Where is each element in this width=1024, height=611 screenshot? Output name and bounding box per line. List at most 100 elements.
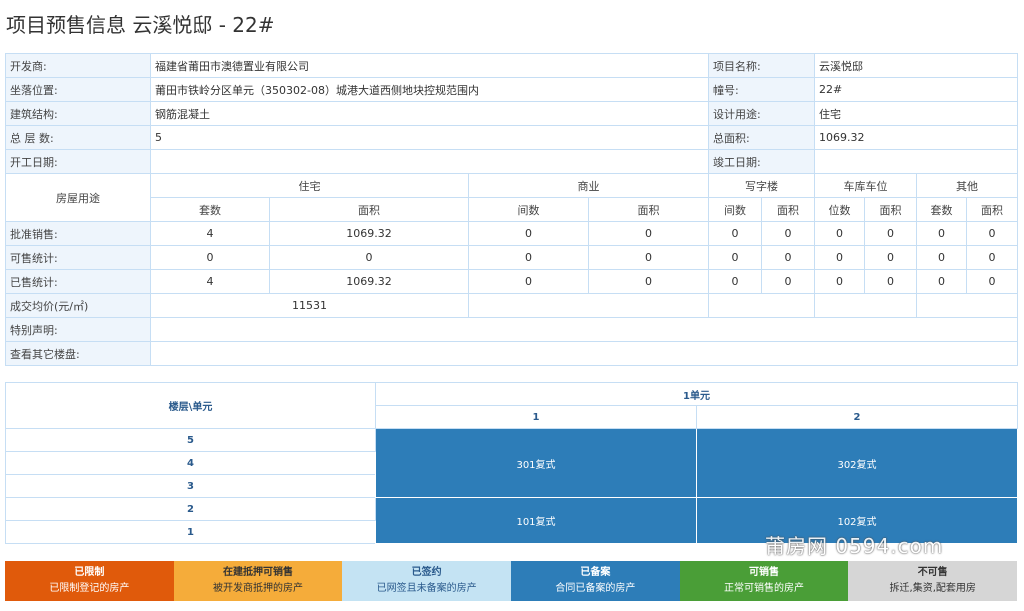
cell: 0	[966, 269, 1018, 294]
start-date-value	[150, 149, 709, 174]
floor-label: 2	[5, 497, 376, 521]
legend-desc: 被开发商抵押的房产	[213, 583, 303, 594]
cell: 0	[468, 245, 589, 270]
cell: 0	[468, 269, 589, 294]
finish-date-value	[814, 149, 1018, 174]
category-other: 其他	[916, 173, 1018, 198]
subheader: 面积	[966, 197, 1018, 222]
cell: 0	[150, 245, 270, 270]
cell: 0	[468, 221, 589, 246]
legend-desc: 拆迁,集资,配套用房	[889, 583, 976, 594]
cell: 0	[966, 221, 1018, 246]
room-101[interactable]: 101复式	[375, 497, 697, 544]
row-label: 已售统计:	[5, 269, 151, 294]
legend-restricted: 已限制 已限制登记的房产	[5, 561, 174, 601]
structure-value: 钢筋混凝土	[150, 101, 709, 126]
developer-label: 开发商:	[5, 53, 151, 78]
legend-desc: 合同已备案的房产	[555, 583, 636, 594]
cell: 0	[916, 221, 967, 246]
cell: 0	[588, 221, 709, 246]
legend-filed: 已备案 合同已备案的房产	[511, 561, 680, 601]
total-floors-label: 总 层 数:	[5, 125, 151, 150]
subheader: 位数	[814, 197, 865, 222]
cell: 0	[864, 245, 917, 270]
cell: 0	[708, 245, 762, 270]
total-floors-value: 5	[150, 125, 709, 150]
avg-price-value: 11531	[150, 293, 469, 318]
other-projects-value	[150, 341, 1018, 366]
sold-stats-row: 已售统计: 4 1069.32 0 0 0 0 0 0 0 0	[5, 269, 1018, 294]
legend-for-sale: 可销售 正常可销售的房产	[679, 561, 849, 601]
cell: 0	[966, 245, 1018, 270]
location-value: 莆田市铁岭分区单元（350302-08）城港大道西侧地块控规范围内	[150, 77, 709, 102]
legend-title: 已签约	[411, 567, 442, 578]
cell: 0	[708, 269, 762, 294]
legend-title: 已限制	[74, 567, 105, 578]
floor-label: 1	[5, 520, 376, 544]
floor-unit-header: 楼层\单元	[5, 382, 376, 429]
cell: 4	[150, 221, 270, 246]
page-title: 项目预售信息 云溪悦邸 - 22#	[6, 13, 275, 37]
room-302[interactable]: 302复式	[696, 428, 1018, 498]
special-statement-label: 特别声明:	[5, 317, 151, 342]
floor-label: 3	[5, 474, 376, 498]
other-projects-label: 查看其它楼盘:	[5, 341, 151, 366]
cell: 0	[916, 269, 967, 294]
subheader: 间数	[468, 197, 589, 222]
total-area-value: 1069.32	[814, 125, 1018, 150]
subheader: 间数	[708, 197, 762, 222]
legend-title: 已备案	[580, 567, 611, 578]
legend-title: 可销售	[749, 567, 780, 578]
cell: 1069.32	[269, 269, 469, 294]
category-parking: 车库车位	[814, 173, 917, 198]
cell: 0	[864, 221, 917, 246]
legend-signed: 已签约 已网签且未备案的房产	[342, 561, 512, 601]
total-area-label: 总面积:	[708, 125, 815, 150]
building-number-value: 22#	[814, 77, 1018, 102]
legend-not-for-sale: 不可售 拆迁,集资,配套用房	[848, 561, 1018, 601]
location-label: 坐落位置:	[5, 77, 151, 102]
project-info-table: 开发商: 福建省莆田市澳德置业有限公司 项目名称: 云溪悦邸 坐落位置: 莆田市…	[5, 53, 1018, 366]
cell: 0	[864, 269, 917, 294]
cell: 4	[150, 269, 270, 294]
structure-label: 建筑结构:	[5, 101, 151, 126]
cell: 0	[761, 221, 815, 246]
design-use-value: 住宅	[814, 101, 1018, 126]
legend-desc: 已网签且未备案的房产	[376, 583, 477, 594]
column-header: 1	[375, 405, 697, 429]
cell: 1069.32	[269, 221, 469, 246]
floor-label: 4	[5, 451, 376, 475]
legend-desc: 正常可销售的房产	[724, 583, 805, 594]
subheader: 套数	[150, 197, 270, 222]
legend-title: 不可售	[917, 567, 948, 578]
cell: 0	[814, 269, 865, 294]
category-residential: 住宅	[150, 173, 469, 198]
start-date-label: 开工日期:	[5, 149, 151, 174]
subheader: 面积	[269, 197, 469, 222]
cell: 0	[814, 221, 865, 246]
subheader: 套数	[916, 197, 967, 222]
subheader: 面积	[864, 197, 917, 222]
developer-value: 福建省莆田市澳德置业有限公司	[150, 53, 709, 78]
category-office: 写字楼	[708, 173, 815, 198]
cell: 0	[916, 245, 967, 270]
column-header: 2	[696, 405, 1018, 429]
special-statement-value	[150, 317, 1018, 342]
floor-label: 5	[5, 428, 376, 452]
cell: 0	[708, 221, 762, 246]
room-301[interactable]: 301复式	[375, 428, 697, 498]
row-label: 批准销售:	[5, 221, 151, 246]
site-watermark: 莆房网 0594.com	[765, 534, 944, 558]
subheader: 面积	[588, 197, 709, 222]
finish-date-label: 竣工日期:	[708, 149, 815, 174]
cell: 0	[814, 245, 865, 270]
usage-header: 房屋用途	[5, 173, 151, 222]
legend-mortgaged: 在建抵押可销售 被开发商抵押的房产	[173, 561, 343, 601]
category-commercial: 商业	[468, 173, 709, 198]
status-legend: 已限制 已限制登记的房产 在建抵押可销售 被开发商抵押的房产 已签约 已网签且未…	[5, 561, 1018, 601]
cell: 0	[761, 245, 815, 270]
row-label: 可售统计:	[5, 245, 151, 270]
cell: 0	[269, 245, 469, 270]
legend-title: 在建抵押可销售	[223, 567, 293, 578]
cell: 0	[588, 245, 709, 270]
